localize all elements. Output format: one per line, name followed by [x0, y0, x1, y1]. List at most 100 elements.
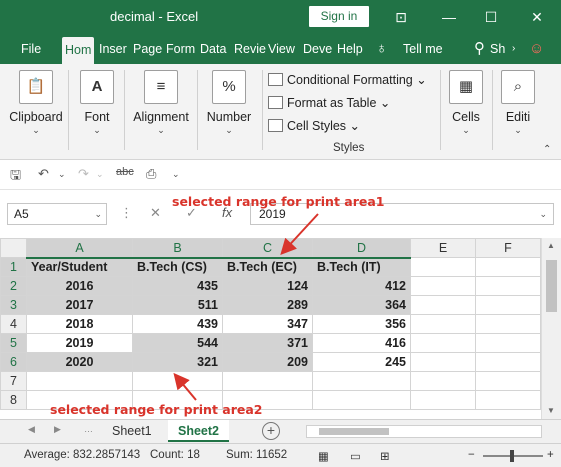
- clipboard-group[interactable]: 📋 Clipboard ⌄: [8, 70, 64, 136]
- cell-e6[interactable]: [410, 352, 476, 372]
- cell-b5[interactable]: 544: [132, 333, 223, 353]
- row-header[interactable]: 6: [0, 352, 27, 372]
- prev-sheet-icon[interactable]: ◀: [28, 424, 35, 435]
- scroll-up-icon[interactable]: ▲: [547, 241, 555, 250]
- scrollbar-thumb[interactable]: [319, 428, 389, 435]
- row-header[interactable]: 1: [0, 257, 27, 277]
- column-header-e[interactable]: E: [410, 238, 476, 258]
- cancel-icon[interactable]: ✕: [150, 205, 161, 221]
- close-icon[interactable]: ✕: [526, 6, 548, 28]
- cell-d5[interactable]: 416: [312, 333, 411, 353]
- cell-e8[interactable]: [410, 390, 476, 410]
- tab-insert[interactable]: Inser: [99, 34, 127, 64]
- row-header[interactable]: 4: [0, 314, 27, 334]
- tab-review[interactable]: Revie: [234, 34, 266, 64]
- scrollbar-thumb[interactable]: [546, 260, 557, 312]
- sign-in-button[interactable]: Sign in: [309, 6, 369, 27]
- cell-f6[interactable]: [475, 352, 541, 372]
- undo-icon[interactable]: ↶: [38, 166, 49, 182]
- cell-f8[interactable]: [475, 390, 541, 410]
- column-header-b[interactable]: B: [132, 238, 223, 259]
- ribbon-display-icon[interactable]: ⊡: [390, 6, 412, 28]
- tab-sheet1[interactable]: Sheet1: [102, 420, 162, 442]
- vertical-scrollbar[interactable]: ▲ ▼: [541, 238, 561, 419]
- cell-c6[interactable]: 209: [222, 352, 313, 372]
- more-sheets-icon[interactable]: …: [84, 424, 93, 434]
- spelling-icon[interactable]: abc: [116, 166, 134, 178]
- cell-b6[interactable]: 321: [132, 352, 223, 372]
- number-group[interactable]: % Number ⌄: [203, 70, 255, 136]
- add-sheet-icon[interactable]: +: [262, 422, 280, 440]
- cell-c2[interactable]: 124: [222, 276, 313, 296]
- select-all-corner[interactable]: [0, 238, 27, 258]
- cell-d3[interactable]: 364: [312, 295, 411, 315]
- alignment-group[interactable]: ≡ Alignment ⌄: [130, 70, 192, 136]
- cell-b3[interactable]: 511: [132, 295, 223, 315]
- cell-a5[interactable]: 2019: [26, 333, 133, 353]
- cell-e3[interactable]: [410, 295, 476, 315]
- maximize-icon[interactable]: ☐: [480, 6, 502, 28]
- redo-icon[interactable]: ↷: [78, 166, 89, 182]
- cell-f7[interactable]: [475, 371, 541, 391]
- cell-a3[interactable]: 2017: [26, 295, 133, 315]
- cell-e2[interactable]: [410, 276, 476, 296]
- cell-e5[interactable]: [410, 333, 476, 353]
- chevron-right-icon[interactable]: ›: [512, 34, 515, 64]
- cell-f2[interactable]: [475, 276, 541, 296]
- cell-e7[interactable]: [410, 371, 476, 391]
- cell-f5[interactable]: [475, 333, 541, 353]
- row-header[interactable]: 8: [0, 390, 27, 410]
- zoom-slider-knob[interactable]: [510, 450, 514, 462]
- cell-d1[interactable]: B.Tech (IT): [312, 257, 411, 277]
- format-as-table-button[interactable]: Format as Table ⌄: [268, 92, 390, 114]
- cell-b1[interactable]: B.Tech (CS): [132, 257, 223, 277]
- column-header-f[interactable]: F: [475, 238, 541, 258]
- cell-d7[interactable]: [312, 371, 411, 391]
- tab-home[interactable]: Hom: [62, 37, 95, 64]
- print-preview-icon[interactable]: ⎙: [146, 166, 156, 182]
- collapse-ribbon-icon[interactable]: ⌃: [543, 144, 551, 155]
- tab-developer[interactable]: Deve: [303, 34, 332, 64]
- spreadsheet-grid[interactable]: A B C D E F 1 Year/Student B.Tech (CS) B…: [0, 238, 561, 419]
- cell-d8[interactable]: [312, 390, 411, 410]
- cell-styles-button[interactable]: Cell Styles ⌄: [268, 115, 360, 137]
- horizontal-scrollbar[interactable]: [306, 425, 542, 438]
- zoom-in-icon[interactable]: +: [547, 449, 554, 461]
- cell-c3[interactable]: 289: [222, 295, 313, 315]
- minimize-icon[interactable]: —: [438, 6, 460, 28]
- save-icon[interactable]: 🖫: [10, 166, 21, 188]
- cell-b2[interactable]: 435: [132, 276, 223, 296]
- row-header[interactable]: 7: [0, 371, 27, 391]
- cell-d2[interactable]: 412: [312, 276, 411, 296]
- cell-a4[interactable]: 2018: [26, 314, 133, 334]
- scroll-down-icon[interactable]: ▼: [547, 406, 555, 415]
- smiley-icon[interactable]: ☺: [529, 34, 544, 64]
- tab-share[interactable]: Sh: [490, 34, 505, 64]
- cells-group[interactable]: ▦ Cells ⌄: [446, 70, 486, 136]
- column-header-d[interactable]: D: [312, 238, 411, 259]
- cell-f3[interactable]: [475, 295, 541, 315]
- tab-view[interactable]: View: [268, 34, 295, 64]
- name-box[interactable]: A5 ⌄: [7, 203, 107, 225]
- cell-b4[interactable]: 439: [132, 314, 223, 334]
- tell-me-search[interactable]: Tell me: [403, 34, 443, 64]
- cell-d6[interactable]: 245: [312, 352, 411, 372]
- page-layout-view-icon[interactable]: ▭: [350, 449, 361, 463]
- share-icon[interactable]: ⚲: [474, 34, 485, 64]
- tab-formulas[interactable]: Form: [166, 34, 195, 64]
- cell-c5[interactable]: 371: [222, 333, 313, 353]
- cell-d4[interactable]: 356: [312, 314, 411, 334]
- cell-a2[interactable]: 2016: [26, 276, 133, 296]
- font-group[interactable]: A Font ⌄: [76, 70, 118, 136]
- column-header-a[interactable]: A: [26, 238, 133, 259]
- cell-c1[interactable]: B.Tech (EC): [222, 257, 313, 277]
- cell-c7[interactable]: [222, 371, 313, 391]
- tab-sheet2[interactable]: Sheet2: [168, 420, 229, 442]
- cell-b7[interactable]: [132, 371, 223, 391]
- column-header-c[interactable]: C: [222, 238, 313, 259]
- cell-e4[interactable]: [410, 314, 476, 334]
- cell-f4[interactable]: [475, 314, 541, 334]
- undo-dropdown-icon[interactable]: ⌄: [58, 169, 66, 180]
- page-break-view-icon[interactable]: ⊞: [380, 449, 390, 463]
- row-header[interactable]: 2: [0, 276, 27, 296]
